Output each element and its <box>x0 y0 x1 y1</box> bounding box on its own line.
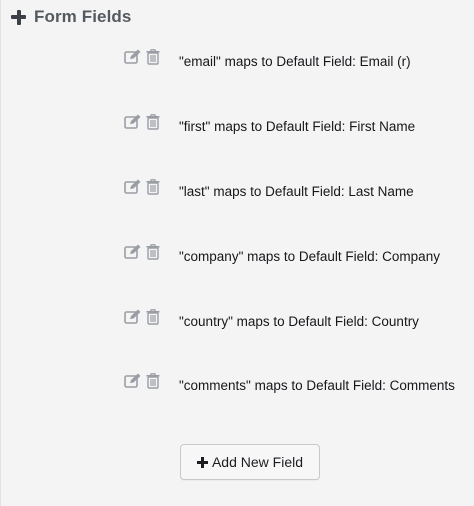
row-actions <box>123 48 179 66</box>
field-row: "comments" maps to Default Field: Commen… <box>123 372 455 396</box>
add-new-field-button[interactable]: Add New Field <box>180 444 320 480</box>
trash-icon[interactable] <box>143 178 163 196</box>
form-fields-panel: Form Fields "email" maps to Default Fiel… <box>0 0 474 506</box>
field-mapping-text: "first" maps to Default Field: First Nam… <box>179 118 416 134</box>
field-mapping-text: "country" maps to Default Field: Country <box>179 313 419 329</box>
edit-icon[interactable] <box>123 372 143 390</box>
trash-icon[interactable] <box>143 48 163 66</box>
add-new-field-label: Add New Field <box>211 454 304 470</box>
field-mapping-text: "email" maps to Default Field: Email (r) <box>179 53 411 69</box>
section-title[interactable]: Form Fields <box>34 7 131 27</box>
row-actions <box>123 372 179 390</box>
edit-icon[interactable] <box>123 48 143 66</box>
field-mapping-text: "last" maps to Default Field: Last Name <box>179 183 414 199</box>
section-header[interactable]: Form Fields <box>11 4 131 30</box>
trash-icon[interactable] <box>143 372 163 390</box>
trash-icon[interactable] <box>143 243 163 261</box>
field-mapping-text: "comments" maps to Default Field: Commen… <box>179 377 455 393</box>
edit-icon[interactable] <box>123 308 143 326</box>
row-actions <box>123 243 179 261</box>
row-actions <box>123 308 179 326</box>
field-row: "country" maps to Default Field: Country <box>123 308 419 332</box>
row-actions <box>123 178 179 196</box>
plus-icon[interactable] <box>11 9 26 25</box>
field-row: "first" maps to Default Field: First Nam… <box>123 113 416 137</box>
plus-icon <box>196 456 208 468</box>
field-row: "email" maps to Default Field: Email (r) <box>123 48 411 72</box>
row-actions <box>123 113 179 131</box>
edit-icon[interactable] <box>123 178 143 196</box>
edit-icon[interactable] <box>123 243 143 261</box>
trash-icon[interactable] <box>143 113 163 131</box>
trash-icon[interactable] <box>143 308 163 326</box>
field-row: "last" maps to Default Field: Last Name <box>123 178 414 202</box>
edit-icon[interactable] <box>123 113 143 131</box>
field-row: "company" maps to Default Field: Company <box>123 243 440 267</box>
field-mapping-text: "company" maps to Default Field: Company <box>179 248 440 264</box>
